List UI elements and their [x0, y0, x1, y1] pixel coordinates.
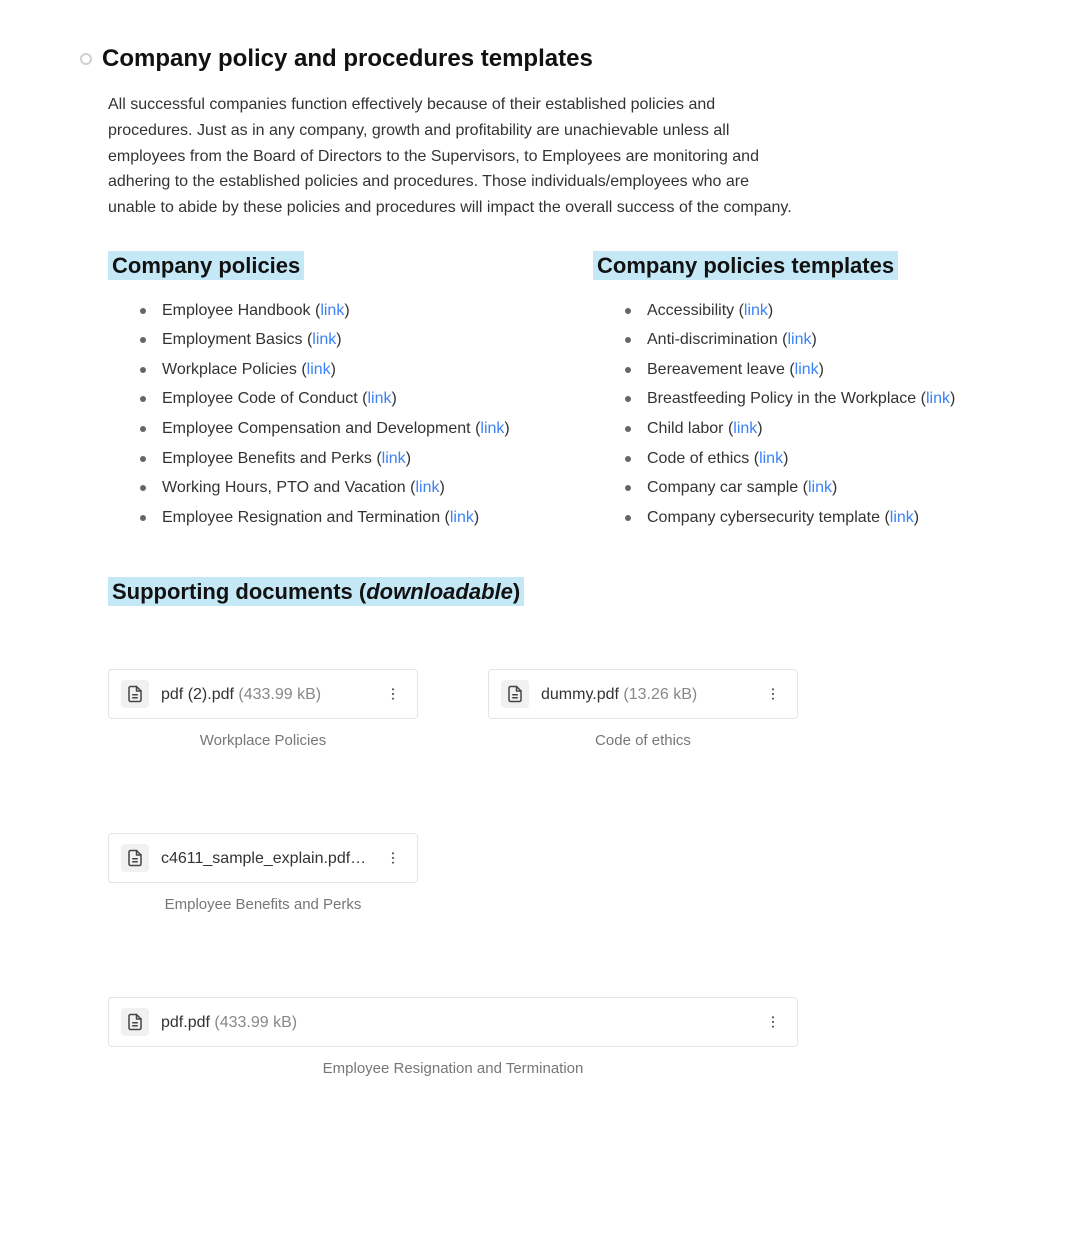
file-icon-wrap [121, 844, 149, 872]
file-icon-wrap [121, 1008, 149, 1036]
file-block: pdf.pdf (433.99 kB) Employee Resignation… [108, 997, 798, 1081]
file-caption: Workplace Policies [108, 729, 418, 753]
policy-link[interactable]: link [890, 509, 914, 526]
file-menu-button[interactable] [761, 682, 785, 706]
more-vertical-icon [385, 686, 401, 702]
list-item-label: Employee Compensation and Development [162, 420, 475, 437]
list-item: Company cybersecurity template (link) [625, 505, 998, 531]
toggle-bullet[interactable] [80, 53, 92, 65]
policy-link[interactable]: link [367, 390, 391, 407]
file-size: (433.99 kB) [214, 1014, 297, 1031]
file-menu-button[interactable] [381, 682, 405, 706]
document-icon [126, 685, 144, 703]
heading-company-policies: Company policies [108, 251, 304, 280]
supporting-head-italic: downloadable [366, 579, 513, 604]
page-title: Company policy and procedures templates [102, 40, 593, 78]
list-item: Employee Benefits and Perks (link) [140, 446, 513, 472]
list-item: Employee Handbook (link) [140, 298, 513, 324]
list-item-label: Employee Handbook [162, 302, 315, 319]
policy-link[interactable]: link [320, 302, 344, 319]
list-item-label: Employee Code of Conduct [162, 390, 362, 407]
more-vertical-icon [385, 850, 401, 866]
list-item: Bereavement leave (link) [625, 357, 998, 383]
policy-link[interactable]: link [808, 479, 832, 496]
list-item: Child labor (link) [625, 416, 998, 442]
policy-link[interactable]: link [733, 420, 757, 437]
list-item-label: Company car sample [647, 479, 803, 496]
policy-link[interactable]: link [480, 420, 504, 437]
file-name: c4611_sample_explain.pdf (88.... [161, 846, 369, 872]
file-icon-wrap [121, 680, 149, 708]
document-icon [126, 849, 144, 867]
file-block: pdf (2).pdf (433.99 kB) Workplace Polici… [108, 669, 418, 753]
policy-link[interactable]: link [312, 331, 336, 348]
file-card[interactable]: pdf.pdf (433.99 kB) [108, 997, 798, 1047]
intro-paragraph: All successful companies function effect… [108, 92, 798, 220]
file-block: dummy.pdf (13.26 kB) Code of ethics [488, 669, 798, 753]
file-menu-button[interactable] [761, 1010, 785, 1034]
policy-link[interactable]: link [450, 509, 474, 526]
list-item-label: Working Hours, PTO and Vacation [162, 479, 410, 496]
file-caption: Employee Benefits and Perks [108, 893, 418, 917]
list-item: Company car sample (link) [625, 475, 998, 501]
document-icon [506, 685, 524, 703]
list-item-label: Workplace Policies [162, 361, 301, 378]
heading-company-policies-templates: Company policies templates [593, 251, 898, 280]
file-size: (433.99 kB) [238, 686, 321, 703]
list-item-label: Child labor [647, 420, 728, 437]
list-item: Employment Basics (link) [140, 327, 513, 353]
list-item-label: Company cybersecurity template [647, 509, 884, 526]
file-name: pdf (2).pdf (433.99 kB) [161, 682, 369, 708]
list-item: Workplace Policies (link) [140, 357, 513, 383]
file-caption: Code of ethics [488, 729, 798, 753]
list-item: Working Hours, PTO and Vacation (link) [140, 475, 513, 501]
list-item: Employee Code of Conduct (link) [140, 386, 513, 412]
list-item-label: Employment Basics [162, 331, 307, 348]
file-name: pdf.pdf (433.99 kB) [161, 1010, 749, 1036]
list-item-label: Employee Resignation and Termination [162, 509, 445, 526]
more-vertical-icon [765, 686, 781, 702]
document-icon [126, 1013, 144, 1031]
list-item: Code of ethics (link) [625, 446, 998, 472]
heading-supporting-documents: Supporting documents (downloadable) [108, 574, 998, 609]
list-item-label: Bereavement leave [647, 361, 789, 378]
file-card[interactable]: c4611_sample_explain.pdf (88.... [108, 833, 418, 883]
file-card[interactable]: dummy.pdf (13.26 kB) [488, 669, 798, 719]
list-item: Employee Resignation and Termination (li… [140, 505, 513, 531]
policy-link[interactable]: link [759, 450, 783, 467]
file-icon-wrap [501, 680, 529, 708]
file-name: dummy.pdf (13.26 kB) [541, 682, 749, 708]
list-item-label: Code of ethics [647, 450, 754, 467]
list-item-label: Employee Benefits and Perks [162, 450, 376, 467]
policy-link[interactable]: link [415, 479, 439, 496]
file-caption: Employee Resignation and Termination [108, 1057, 798, 1081]
file-menu-button[interactable] [381, 846, 405, 870]
list-item-label: Accessibility [647, 302, 739, 319]
file-size: (13.26 kB) [623, 686, 697, 703]
supporting-head-post: ) [513, 579, 520, 604]
policy-link[interactable]: link [382, 450, 406, 467]
supporting-head-pre: Supporting documents ( [112, 579, 366, 604]
list-item: Accessibility (link) [625, 298, 998, 324]
file-block: c4611_sample_explain.pdf (88.... Employe… [108, 833, 418, 917]
list-item: Anti-discrimination (link) [625, 327, 998, 353]
policy-link[interactable]: link [307, 361, 331, 378]
more-vertical-icon [765, 1014, 781, 1030]
list-item: Employee Compensation and Development (l… [140, 416, 513, 442]
list-item-label: Anti-discrimination [647, 331, 782, 348]
list-item: Breastfeeding Policy in the Workplace (l… [625, 386, 998, 412]
policy-link[interactable]: link [795, 361, 819, 378]
policy-link[interactable]: link [926, 390, 950, 407]
policy-link[interactable]: link [787, 331, 811, 348]
file-card[interactable]: pdf (2).pdf (433.99 kB) [108, 669, 418, 719]
policy-link[interactable]: link [744, 302, 768, 319]
list-item-label: Breastfeeding Policy in the Workplace [647, 390, 921, 407]
